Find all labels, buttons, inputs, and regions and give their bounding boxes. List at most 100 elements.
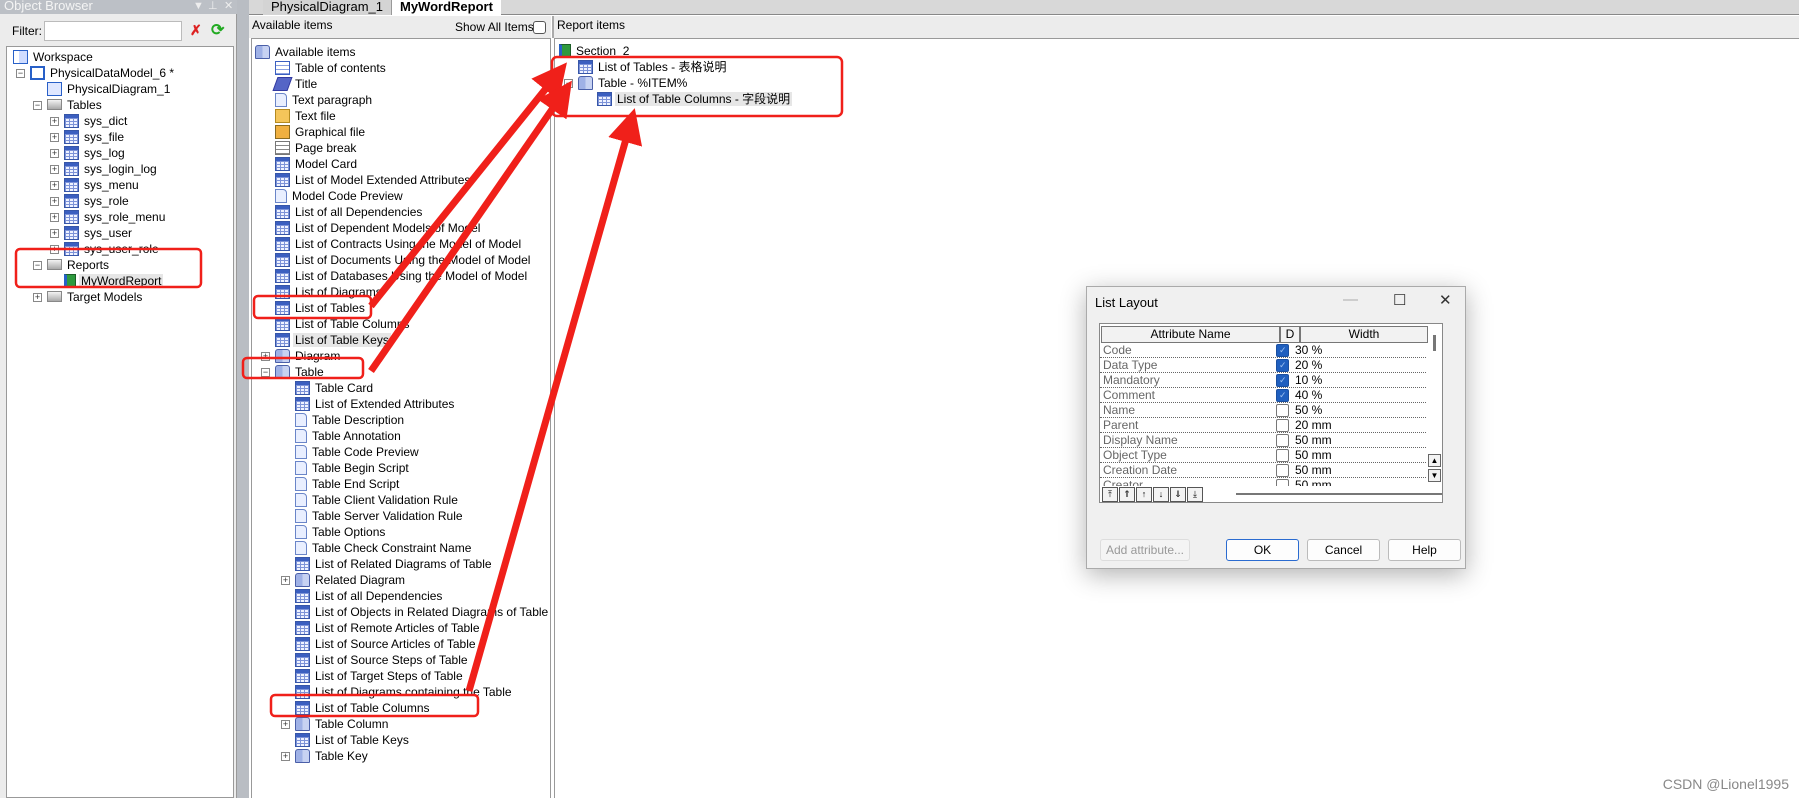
- move-up-page-button[interactable]: ⇑: [1119, 487, 1135, 502]
- tree-item[interactable]: List of Table Keys: [275, 332, 391, 348]
- tree-item[interactable]: List of all Dependencies: [295, 588, 444, 604]
- scroll-down-button[interactable]: ▼: [1428, 469, 1441, 482]
- expand-icon[interactable]: +: [50, 197, 59, 206]
- available-items-tree[interactable]: Available items Table of contents Title Tex…: [251, 38, 551, 798]
- column-header-width[interactable]: Width: [1300, 326, 1428, 343]
- tree-item[interactable]: Title: [272, 76, 319, 92]
- collapse-icon[interactable]: −: [564, 79, 573, 88]
- pin-icon[interactable]: ⊥: [208, 0, 218, 12]
- tab-my-word-report[interactable]: MyWordReport: [392, 0, 501, 15]
- tree-item[interactable]: MyWordReport: [64, 273, 164, 289]
- attribute-row[interactable]: Comment 40 %: [1100, 388, 1426, 403]
- display-checkbox[interactable]: [1276, 374, 1289, 387]
- tree-item[interactable]: + sys_dict: [50, 113, 129, 129]
- column-header-d[interactable]: D: [1280, 326, 1300, 343]
- tree-item[interactable]: Section_2: [559, 43, 631, 59]
- expand-icon[interactable]: +: [33, 293, 42, 302]
- tree-item[interactable]: List of Tables: [275, 300, 367, 316]
- tree-item[interactable]: Table Check Constraint Name: [295, 540, 473, 556]
- expand-icon[interactable]: +: [50, 213, 59, 222]
- tree-item[interactable]: List of Diagrams: [275, 284, 384, 300]
- tree-item[interactable]: Table Card: [295, 380, 375, 396]
- tree-item[interactable]: List of Tables - 表格说明: [578, 59, 729, 75]
- tab-physical-diagram[interactable]: PhysicalDiagram_1: [263, 0, 392, 15]
- expand-icon[interactable]: +: [50, 149, 59, 158]
- tree-item[interactable]: + sys_login_log: [50, 161, 159, 177]
- display-checkbox[interactable]: [1276, 479, 1289, 486]
- expand-icon[interactable]: +: [50, 117, 59, 126]
- collapse-icon[interactable]: −: [33, 261, 42, 270]
- attribute-row[interactable]: Mandatory 10 %: [1100, 373, 1426, 388]
- tree-item[interactable]: + Diagram: [261, 348, 342, 364]
- attribute-width[interactable]: 40 %: [1295, 388, 1322, 402]
- tree-item[interactable]: Table Client Validation Rule: [295, 492, 460, 508]
- display-checkbox[interactable]: [1276, 404, 1289, 417]
- tree-item[interactable]: List of Source Steps of Table: [295, 652, 470, 668]
- tree-item[interactable]: List of Diagrams containing the Table: [295, 684, 514, 700]
- tree-item[interactable]: Page break: [275, 140, 358, 156]
- expand-icon[interactable]: +: [50, 229, 59, 238]
- move-down-button[interactable]: ↓: [1153, 487, 1169, 502]
- attribute-row[interactable]: Display Name 50 mm: [1100, 433, 1426, 448]
- display-checkbox[interactable]: [1276, 464, 1289, 477]
- close-icon[interactable]: ✕: [224, 0, 233, 12]
- tree-item[interactable]: Text paragraph: [275, 92, 374, 108]
- display-checkbox[interactable]: [1276, 434, 1289, 447]
- tree-item[interactable]: + Table Column: [281, 716, 390, 732]
- tree-item[interactable]: Table Annotation: [295, 428, 403, 444]
- add-attribute-button[interactable]: Add attribute...: [1100, 539, 1190, 561]
- attribute-width[interactable]: 20 %: [1295, 358, 1322, 372]
- tree-item[interactable]: Model Card: [275, 156, 359, 172]
- attribute-width[interactable]: 50 mm: [1295, 463, 1332, 477]
- tree-item[interactable]: List of Remote Articles of Table: [295, 620, 482, 636]
- expand-icon[interactable]: +: [261, 352, 270, 361]
- tree-item[interactable]: Table Server Validation Rule: [295, 508, 465, 524]
- tree-item[interactable]: List of all Dependencies: [275, 204, 424, 220]
- tree-item[interactable]: + sys_log: [50, 145, 127, 161]
- collapse-icon[interactable]: −: [16, 69, 25, 78]
- expand-icon[interactable]: +: [281, 576, 290, 585]
- vertical-scrollbar[interactable]: ▲ ▼: [1428, 326, 1442, 486]
- scroll-up-button[interactable]: ▲: [1428, 454, 1441, 467]
- tree-item[interactable]: + sys_role_menu: [50, 209, 167, 225]
- tree-item[interactable]: Available items: [255, 44, 357, 60]
- tree-item[interactable]: List of Related Diagrams of Table: [295, 556, 494, 572]
- dropdown-icon[interactable]: ▼: [193, 0, 204, 12]
- tree-item[interactable]: + Target Models: [33, 289, 144, 305]
- expand-icon[interactable]: +: [281, 752, 290, 761]
- expand-icon[interactable]: +: [50, 245, 59, 254]
- help-button[interactable]: Help: [1388, 539, 1461, 561]
- attribute-width[interactable]: 50 mm: [1295, 448, 1332, 462]
- tree-item[interactable]: Graphical file: [275, 124, 367, 140]
- tree-item[interactable]: − Table - %ITEM%: [564, 75, 689, 91]
- tree-item[interactable]: List of Table Keys: [295, 732, 411, 748]
- attribute-width[interactable]: 50 %: [1295, 403, 1322, 417]
- tree-item[interactable]: + sys_user: [50, 225, 134, 241]
- tree-item[interactable]: + Table Key: [281, 748, 370, 764]
- tree-item[interactable]: List of Table Columns: [295, 700, 432, 716]
- tree-item[interactable]: − PhysicalDataModel_6 *: [16, 65, 176, 81]
- expand-icon[interactable]: +: [50, 133, 59, 142]
- tree-item[interactable]: + Related Diagram: [281, 572, 407, 588]
- move-bottom-button[interactable]: ⤓: [1187, 487, 1203, 502]
- tree-item[interactable]: − Reports: [33, 257, 111, 273]
- collapse-icon[interactable]: −: [33, 101, 42, 110]
- tree-item[interactable]: + sys_role: [50, 193, 131, 209]
- cancel-button[interactable]: Cancel: [1307, 539, 1380, 561]
- close-icon[interactable]: ✕: [1439, 291, 1452, 309]
- tree-item[interactable]: Table Begin Script: [295, 460, 411, 476]
- tree-item[interactable]: List of Target Steps of Table: [295, 668, 465, 684]
- tree-item[interactable]: Table Options: [295, 524, 387, 540]
- move-top-button[interactable]: ⤒: [1102, 487, 1118, 502]
- tree-item[interactable]: + sys_file: [50, 129, 126, 145]
- tree-item[interactable]: − Tables: [33, 97, 104, 113]
- attribute-row[interactable]: Object Type 50 mm: [1100, 448, 1426, 463]
- collapse-icon[interactable]: −: [261, 368, 270, 377]
- tree-item[interactable]: List of Contracts Using the Model of Mod…: [275, 236, 523, 252]
- tree-item[interactable]: List of Source Articles of Table: [295, 636, 478, 652]
- attribute-width[interactable]: 30 %: [1295, 343, 1322, 357]
- filter-input[interactable]: [44, 21, 182, 41]
- attribute-row[interactable]: Creator 50 mm: [1100, 478, 1426, 486]
- panel-splitter[interactable]: [237, 0, 249, 798]
- refresh-icon[interactable]: ⟳: [211, 20, 224, 40]
